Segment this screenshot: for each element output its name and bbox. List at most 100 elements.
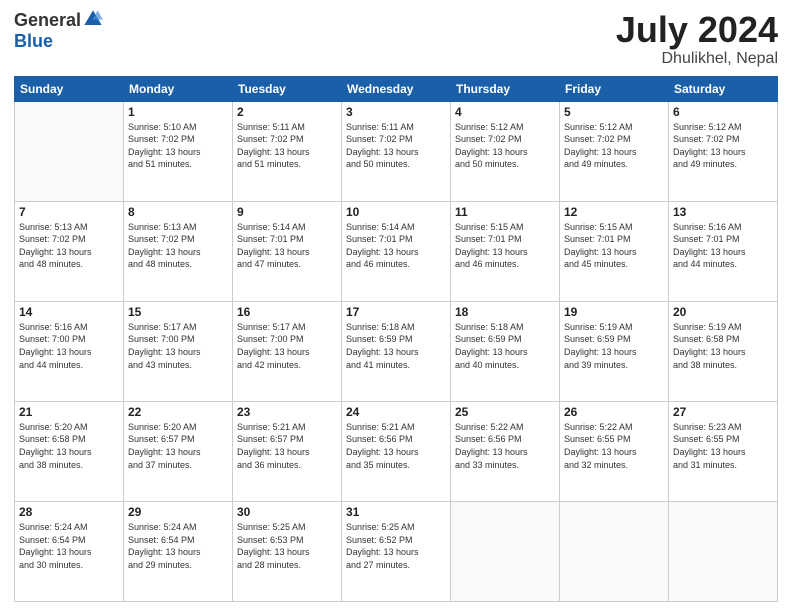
calendar-week-4: 21 Sunrise: 5:20 AM Sunset: 6:58 PM Dayli…: [15, 401, 778, 501]
day-info: Sunrise: 5:12 AM Sunset: 7:02 PM Dayligh…: [673, 121, 773, 171]
calendar-cell: 20 Sunrise: 5:19 AM Sunset: 6:58 PM Dayli…: [669, 301, 778, 401]
logo-icon: [83, 9, 103, 29]
day-info: Sunrise: 5:19 AM Sunset: 6:59 PM Dayligh…: [564, 321, 664, 371]
calendar-cell: 2 Sunrise: 5:11 AM Sunset: 7:02 PM Daylig…: [233, 101, 342, 201]
logo: General Blue: [14, 10, 103, 52]
month-title: July 2024: [616, 10, 778, 50]
calendar-cell: 11 Sunrise: 5:15 AM Sunset: 7:01 PM Dayli…: [451, 201, 560, 301]
day-info: Sunrise: 5:17 AM Sunset: 7:00 PM Dayligh…: [128, 321, 228, 371]
day-number: 16: [237, 305, 337, 319]
calendar-header-saturday: Saturday: [669, 76, 778, 101]
page-header: General Blue July 2024 Dhulikhel, Nepal: [14, 10, 778, 68]
day-number: 20: [673, 305, 773, 319]
calendar-cell: 4 Sunrise: 5:12 AM Sunset: 7:02 PM Daylig…: [451, 101, 560, 201]
day-info: Sunrise: 5:13 AM Sunset: 7:02 PM Dayligh…: [19, 221, 119, 271]
day-info: Sunrise: 5:20 AM Sunset: 6:58 PM Dayligh…: [19, 421, 119, 471]
day-info: Sunrise: 5:18 AM Sunset: 6:59 PM Dayligh…: [346, 321, 446, 371]
day-number: 7: [19, 205, 119, 219]
day-info: Sunrise: 5:11 AM Sunset: 7:02 PM Dayligh…: [346, 121, 446, 171]
day-info: Sunrise: 5:14 AM Sunset: 7:01 PM Dayligh…: [237, 221, 337, 271]
calendar-cell: [15, 101, 124, 201]
day-number: 27: [673, 405, 773, 419]
calendar-cell: 23 Sunrise: 5:21 AM Sunset: 6:57 PM Dayli…: [233, 401, 342, 501]
day-number: 24: [346, 405, 446, 419]
day-number: 1: [128, 105, 228, 119]
calendar-cell: 3 Sunrise: 5:11 AM Sunset: 7:02 PM Daylig…: [342, 101, 451, 201]
day-info: Sunrise: 5:19 AM Sunset: 6:58 PM Dayligh…: [673, 321, 773, 371]
day-number: 13: [673, 205, 773, 219]
calendar-cell: 28 Sunrise: 5:24 AM Sunset: 6:54 PM Dayli…: [15, 501, 124, 601]
calendar-cell: 1 Sunrise: 5:10 AM Sunset: 7:02 PM Daylig…: [124, 101, 233, 201]
calendar-cell: 31Sunrise: 5:25 AM Sunset: 6:52 PM Dayli…: [342, 501, 451, 601]
calendar-cell: 16Sunrise: 5:17 AM Sunset: 7:00 PM Dayli…: [233, 301, 342, 401]
calendar-week-2: 7 Sunrise: 5:13 AM Sunset: 7:02 PM Daylig…: [15, 201, 778, 301]
day-info: Sunrise: 5:24 AM Sunset: 6:54 PM Dayligh…: [19, 521, 119, 571]
logo-blue-text: Blue: [14, 31, 53, 52]
calendar-cell: 9Sunrise: 5:14 AM Sunset: 7:01 PM Daylig…: [233, 201, 342, 301]
day-number: 29: [128, 505, 228, 519]
day-number: 2: [237, 105, 337, 119]
day-info: Sunrise: 5:20 AM Sunset: 6:57 PM Dayligh…: [128, 421, 228, 471]
calendar-cell: 19Sunrise: 5:19 AM Sunset: 6:59 PM Dayli…: [560, 301, 669, 401]
day-info: Sunrise: 5:25 AM Sunset: 6:53 PM Dayligh…: [237, 521, 337, 571]
calendar-cell: 15Sunrise: 5:17 AM Sunset: 7:00 PM Dayli…: [124, 301, 233, 401]
day-number: 11: [455, 205, 555, 219]
calendar-cell: 10 Sunrise: 5:14 AM Sunset: 7:01 PM Dayli…: [342, 201, 451, 301]
day-info: Sunrise: 5:16 AM Sunset: 7:01 PM Dayligh…: [673, 221, 773, 271]
calendar-cell: [451, 501, 560, 601]
day-number: 5: [564, 105, 664, 119]
calendar-table: SundayMondayTuesdayWednesdayThursdayFrid…: [14, 76, 778, 602]
day-info: Sunrise: 5:21 AM Sunset: 6:56 PM Dayligh…: [346, 421, 446, 471]
day-number: 3: [346, 105, 446, 119]
calendar-cell: 26 Sunrise: 5:22 AM Sunset: 6:55 PM Dayli…: [560, 401, 669, 501]
logo-general-text: General: [14, 10, 81, 31]
calendar-header-row: SundayMondayTuesdayWednesdayThursdayFrid…: [15, 76, 778, 101]
calendar-cell: 14 Sunrise: 5:16 AM Sunset: 7:00 PM Dayli…: [15, 301, 124, 401]
day-number: 6: [673, 105, 773, 119]
calendar-cell: 30Sunrise: 5:25 AM Sunset: 6:53 PM Dayli…: [233, 501, 342, 601]
day-number: 31: [346, 505, 446, 519]
calendar-cell: [560, 501, 669, 601]
calendar-header-thursday: Thursday: [451, 76, 560, 101]
day-number: 17: [346, 305, 446, 319]
calendar-cell: 24 Sunrise: 5:21 AM Sunset: 6:56 PM Dayli…: [342, 401, 451, 501]
day-number: 23: [237, 405, 337, 419]
day-info: Sunrise: 5:16 AM Sunset: 7:00 PM Dayligh…: [19, 321, 119, 371]
day-number: 18: [455, 305, 555, 319]
day-number: 21: [19, 405, 119, 419]
day-info: Sunrise: 5:10 AM Sunset: 7:02 PM Dayligh…: [128, 121, 228, 171]
day-number: 12: [564, 205, 664, 219]
calendar-cell: [669, 501, 778, 601]
day-info: Sunrise: 5:14 AM Sunset: 7:01 PM Dayligh…: [346, 221, 446, 271]
day-info: Sunrise: 5:13 AM Sunset: 7:02 PM Dayligh…: [128, 221, 228, 271]
day-info: Sunrise: 5:22 AM Sunset: 6:55 PM Dayligh…: [564, 421, 664, 471]
calendar-cell: 12Sunrise: 5:15 AM Sunset: 7:01 PM Dayli…: [560, 201, 669, 301]
calendar-cell: 13 Sunrise: 5:16 AM Sunset: 7:01 PM Dayli…: [669, 201, 778, 301]
day-number: 25: [455, 405, 555, 419]
calendar-header-tuesday: Tuesday: [233, 76, 342, 101]
day-number: 10: [346, 205, 446, 219]
page-container: General Blue July 2024 Dhulikhel, Nepal …: [0, 0, 792, 612]
calendar-cell: 5 Sunrise: 5:12 AM Sunset: 7:02 PM Daylig…: [560, 101, 669, 201]
day-number: 4: [455, 105, 555, 119]
day-number: 26: [564, 405, 664, 419]
calendar-cell: 21 Sunrise: 5:20 AM Sunset: 6:58 PM Dayli…: [15, 401, 124, 501]
calendar-week-1: 1 Sunrise: 5:10 AM Sunset: 7:02 PM Daylig…: [15, 101, 778, 201]
calendar-cell: 17 Sunrise: 5:18 AM Sunset: 6:59 PM Dayli…: [342, 301, 451, 401]
day-info: Sunrise: 5:12 AM Sunset: 7:02 PM Dayligh…: [455, 121, 555, 171]
day-info: Sunrise: 5:11 AM Sunset: 7:02 PM Dayligh…: [237, 121, 337, 171]
day-number: 22: [128, 405, 228, 419]
day-info: Sunrise: 5:21 AM Sunset: 6:57 PM Dayligh…: [237, 421, 337, 471]
calendar-header-wednesday: Wednesday: [342, 76, 451, 101]
calendar-week-5: 28 Sunrise: 5:24 AM Sunset: 6:54 PM Dayli…: [15, 501, 778, 601]
day-info: Sunrise: 5:18 AM Sunset: 6:59 PM Dayligh…: [455, 321, 555, 371]
day-info: Sunrise: 5:15 AM Sunset: 7:01 PM Dayligh…: [455, 221, 555, 271]
title-block: July 2024 Dhulikhel, Nepal: [616, 10, 778, 68]
day-info: Sunrise: 5:12 AM Sunset: 7:02 PM Dayligh…: [564, 121, 664, 171]
day-info: Sunrise: 5:24 AM Sunset: 6:54 PM Dayligh…: [128, 521, 228, 571]
calendar-cell: 7 Sunrise: 5:13 AM Sunset: 7:02 PM Daylig…: [15, 201, 124, 301]
day-number: 28: [19, 505, 119, 519]
day-info: Sunrise: 5:22 AM Sunset: 6:56 PM Dayligh…: [455, 421, 555, 471]
calendar-header-sunday: Sunday: [15, 76, 124, 101]
day-number: 14: [19, 305, 119, 319]
